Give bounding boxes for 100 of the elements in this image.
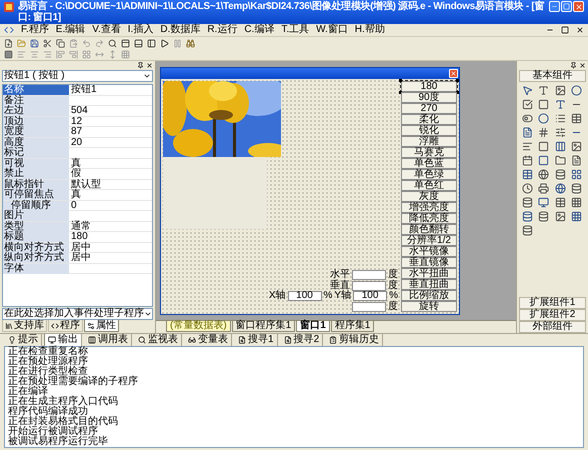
property-name[interactable]: 横向对齐方式	[3, 242, 69, 252]
globe-icon[interactable]	[554, 183, 566, 194]
property-value[interactable]: 通常	[69, 222, 152, 232]
form-button[interactable]: 旋转	[401, 301, 457, 312]
save-icon[interactable]	[30, 38, 39, 48]
minimize-button[interactable]	[549, 1, 560, 12]
form-button[interactable]: 水平扭曲	[401, 268, 457, 278]
menu-item[interactable]: R.运行	[207, 25, 238, 35]
property-value[interactable]: 20	[69, 138, 152, 148]
property-value[interactable]: 居中	[69, 253, 152, 263]
columns-icon[interactable]	[554, 141, 566, 152]
circle-icon[interactable]	[570, 85, 582, 96]
database-icon[interactable]	[522, 225, 533, 236]
selection-handle[interactable]	[399, 79, 402, 82]
menu-item[interactable]: V.查看	[92, 25, 121, 35]
form-button[interactable]: 锐化	[401, 125, 457, 136]
document-tab[interactable]: (常量数据表)	[166, 321, 231, 332]
database-icon[interactable]	[554, 169, 566, 180]
search-icon[interactable]	[108, 38, 117, 48]
form-button[interactable]: 灰度	[401, 191, 457, 202]
new-file-icon[interactable]	[4, 38, 13, 48]
monitor-icon[interactable]	[538, 197, 550, 208]
input-field[interactable]	[352, 270, 386, 280]
menu-item[interactable]: H.帮助	[354, 25, 385, 35]
close-icon[interactable]	[146, 62, 153, 69]
menu-item[interactable]: I.插入	[128, 25, 154, 35]
form-button[interactable]: 水平镜像	[401, 246, 457, 256]
property-name[interactable]: 禁止	[3, 169, 69, 179]
document-tab[interactable]: 窗口程序集1	[232, 321, 296, 332]
binoculars-icon[interactable]	[186, 38, 195, 48]
form-button[interactable]: 柔化	[401, 114, 457, 124]
square-icon[interactable]	[538, 155, 550, 166]
pointer-icon[interactable]	[522, 85, 533, 96]
restore-icon[interactable]	[561, 26, 569, 34]
form-button[interactable]: 270	[401, 103, 457, 114]
property-value[interactable]: 假	[69, 169, 152, 179]
grid-icon[interactable]	[570, 197, 582, 208]
close-button[interactable]	[449, 69, 458, 78]
input-field[interactable]: 100	[353, 291, 388, 302]
checkbox-icon[interactable]	[522, 99, 533, 110]
property-name[interactable]: 标题	[3, 232, 69, 242]
palette-group-header[interactable]: 外部组件	[519, 321, 586, 333]
menu-item[interactable]: E.编辑	[56, 25, 86, 35]
text-icon[interactable]	[538, 85, 550, 96]
form-button[interactable]: 增强亮度	[401, 202, 457, 212]
palette-group-header[interactable]: 基本组件	[519, 70, 586, 82]
form-button[interactable]: 比例缩放	[401, 290, 457, 300]
property-value[interactable]: 87	[69, 127, 152, 137]
property-name[interactable]: 停留顺序	[3, 200, 69, 210]
square-icon[interactable]	[4, 50, 13, 59]
property-value[interactable]: 180	[69, 232, 152, 242]
copy-icon[interactable]	[56, 38, 65, 48]
hash-icon[interactable]	[538, 127, 550, 138]
pin-icon[interactable]	[137, 62, 144, 69]
form-button[interactable]: 降低亮度	[401, 213, 457, 224]
grid-icon[interactable]	[570, 211, 582, 222]
property-name[interactable]: 图片	[3, 211, 69, 221]
property-name[interactable]: 字体	[3, 264, 69, 274]
property-name[interactable]: 名称	[3, 85, 69, 95]
panel-top-icon[interactable]	[121, 38, 130, 48]
close-button[interactable]	[573, 1, 584, 12]
palette-group-header[interactable]: 扩展组件2	[519, 309, 586, 321]
square-icon[interactable]	[538, 141, 550, 152]
square-icon[interactable]	[538, 99, 550, 110]
object-selector[interactable]: 按钮1 ( 按钮 )	[2, 70, 153, 82]
scissors-icon[interactable]	[43, 38, 52, 48]
clock-icon[interactable]	[522, 183, 533, 194]
property-name[interactable]: 纵向对齐方式	[3, 253, 69, 263]
text-icon[interactable]	[554, 99, 566, 110]
panel-bottom-icon[interactable]	[134, 38, 143, 48]
property-value[interactable]: 按钮1	[69, 85, 152, 95]
image-icon[interactable]	[570, 141, 582, 152]
form-button[interactable]: 颜色翻转	[401, 224, 457, 234]
database-icon[interactable]	[570, 183, 582, 194]
globe-icon[interactable]	[538, 169, 550, 180]
property-name[interactable]: 宽度	[3, 127, 69, 137]
palette-group-header[interactable]: 扩展组件1	[519, 297, 586, 309]
close-icon[interactable]	[576, 26, 584, 34]
printer-icon[interactable]	[538, 183, 550, 194]
panel-tab[interactable]: 程序	[48, 320, 83, 332]
table-icon[interactable]	[522, 169, 533, 180]
property-name[interactable]: 备注	[3, 96, 69, 106]
form-button[interactable]: 垂直扭曲	[401, 279, 457, 290]
selection-handle[interactable]	[456, 79, 459, 82]
property-value[interactable]: 504	[69, 106, 152, 116]
property-value[interactable]: 真	[69, 190, 152, 200]
menu-item[interactable]: F.程序	[21, 25, 49, 35]
toggle-icon[interactable]	[522, 113, 533, 124]
property-value[interactable]: 居中	[69, 242, 152, 252]
property-value[interactable]: 0	[69, 200, 152, 210]
document-icon[interactable]	[570, 155, 582, 166]
table-icon[interactable]	[554, 197, 566, 208]
form-button[interactable]: 垂直镜像	[401, 257, 457, 268]
property-value[interactable]: 12	[69, 116, 152, 126]
menu-item[interactable]: W.窗口	[316, 25, 348, 35]
image-icon[interactable]	[554, 211, 566, 222]
form-button[interactable]: 分辨率1/2	[401, 235, 457, 246]
document-icon[interactable]	[522, 127, 533, 138]
property-name[interactable]: 鼠标指针	[3, 180, 69, 190]
calendar-icon[interactable]	[522, 155, 533, 166]
